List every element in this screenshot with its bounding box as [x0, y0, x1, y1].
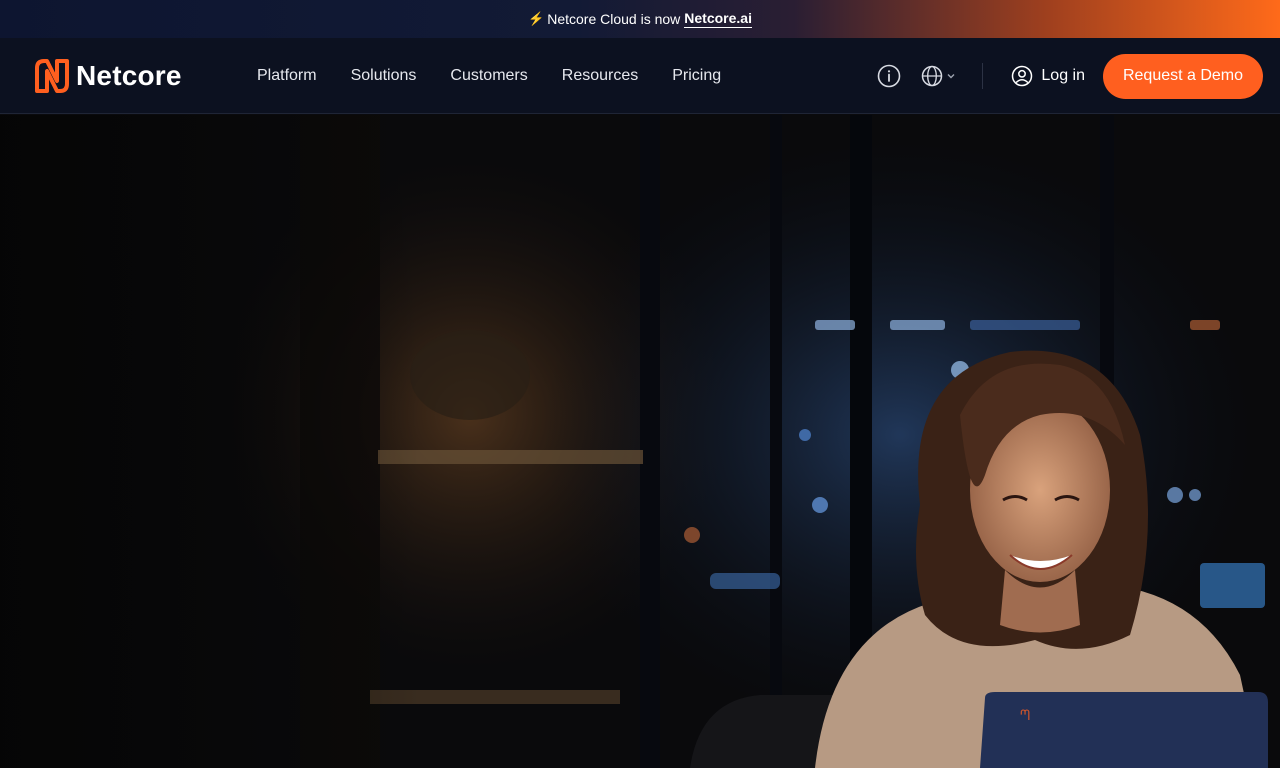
hero-image: ᘉ: [0, 115, 1280, 768]
nav-item-solutions[interactable]: Solutions: [351, 67, 417, 85]
netcore-logo-icon: [35, 59, 69, 93]
globe-icon: [922, 65, 943, 87]
brand-logo[interactable]: Netcore: [34, 58, 182, 94]
user-icon: [1012, 65, 1033, 87]
main-menu: Platform Solutions Customers Resources P…: [257, 38, 755, 114]
nav-item-platform[interactable]: Platform: [257, 67, 317, 85]
nav-item-customers[interactable]: Customers: [450, 67, 527, 85]
brand-name: Netcore: [76, 60, 182, 91]
svg-text:ᘉ: ᘉ: [1020, 707, 1030, 723]
chevron-down-icon: [947, 74, 955, 79]
hero-section: ᘉ: [0, 115, 1280, 768]
nav-item-pricing[interactable]: Pricing: [672, 67, 721, 85]
top-navigation: Netcore Platform Solutions Customers Res…: [0, 38, 1280, 114]
info-button[interactable]: [877, 64, 921, 88]
nav-divider: [982, 63, 984, 89]
info-icon: [878, 64, 901, 88]
login-link[interactable]: Log in: [1011, 65, 1085, 87]
lightning-icon: ⚡: [528, 11, 545, 26]
nav-item-resources[interactable]: Resources: [562, 67, 638, 85]
announcement-text: Netcore Cloud is now: [547, 11, 681, 27]
request-demo-button[interactable]: Request a Demo: [1103, 53, 1263, 99]
announcement-link[interactable]: Netcore.ai: [684, 10, 752, 28]
announcement-bar: ⚡ Netcore Cloud is now Netcore.ai: [0, 0, 1280, 38]
nav-actions: Log in Request a Demo: [877, 38, 1263, 114]
language-selector[interactable]: [921, 65, 956, 87]
login-label: Log in: [1041, 67, 1085, 84]
